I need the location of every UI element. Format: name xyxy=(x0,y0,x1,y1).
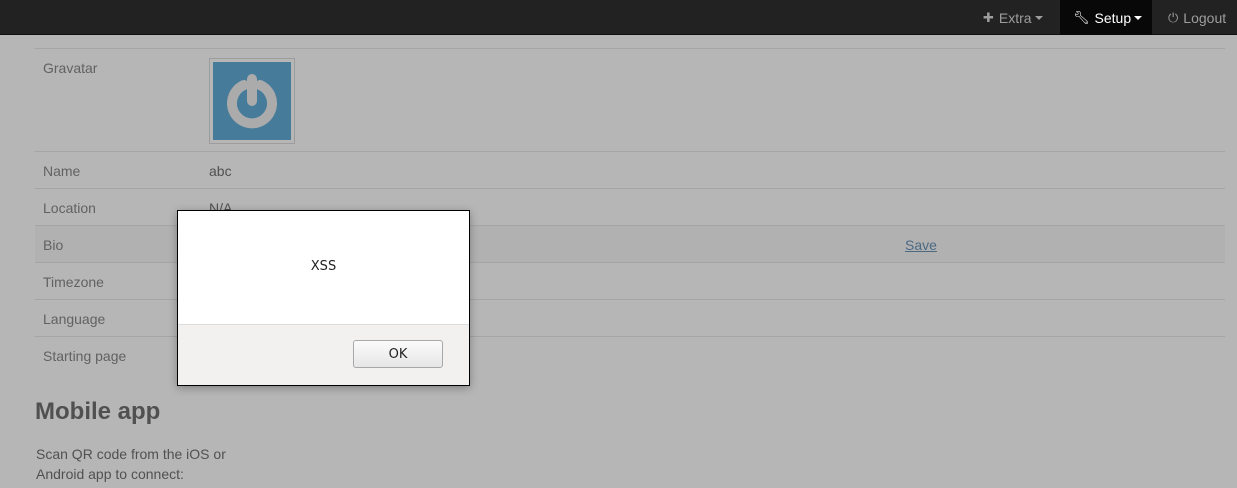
chevron-down-icon xyxy=(1034,15,1043,20)
plus-icon: ✚ xyxy=(983,9,994,25)
nav-setup-menu[interactable]: 🔧︎ Setup xyxy=(1060,0,1152,35)
alert-dialog: XSS OK xyxy=(177,210,470,386)
alert-message: XSS xyxy=(310,259,337,274)
nav-logout-link[interactable]: ⏻ Logout xyxy=(1157,0,1237,35)
nav-extra-menu[interactable]: ✚ Extra xyxy=(972,0,1056,35)
power-icon: ⏻ xyxy=(1168,9,1179,25)
ok-button[interactable]: OK xyxy=(353,340,443,368)
nav-setup-label: Setup xyxy=(1094,9,1132,26)
wrench-icon: 🔧︎ xyxy=(1073,9,1090,25)
chevron-down-icon xyxy=(1134,15,1143,20)
nav-logout-label: Logout xyxy=(1183,9,1227,26)
top-navbar: ✚ Extra 🔧︎ Setup ⏻ Logout xyxy=(0,0,1237,35)
nav-extra-label: Extra xyxy=(998,9,1032,26)
alert-footer: OK xyxy=(178,324,469,385)
